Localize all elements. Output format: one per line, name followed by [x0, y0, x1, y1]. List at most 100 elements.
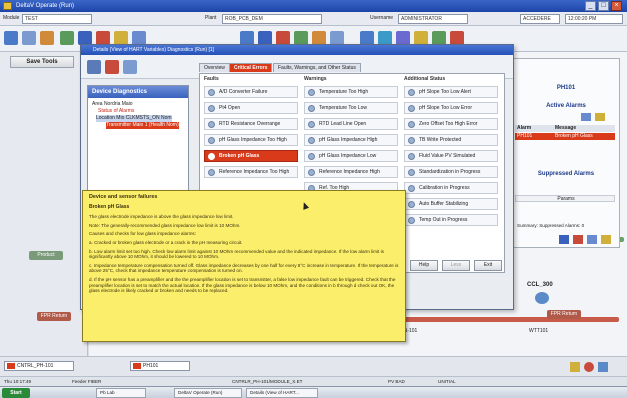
fault-item[interactable]: pH Glass Impedance Too High: [204, 134, 298, 146]
additional-status-item-label: pH Slope Too Low Error: [419, 105, 472, 111]
module-field[interactable]: TEST: [22, 14, 92, 24]
save-tools-button[interactable]: Save Tools: [10, 56, 74, 68]
display-icon[interactable]: [240, 31, 254, 45]
params-row[interactable]: Params: [515, 195, 615, 202]
status-indicator-icon: [308, 89, 315, 96]
additional-status-item[interactable]: Standardization in Progress: [404, 166, 498, 178]
stop-icon[interactable]: [450, 31, 464, 45]
trend-icon[interactable]: [60, 31, 74, 45]
less-button[interactable]: Less: [442, 260, 470, 271]
status-indicator-icon: [308, 121, 315, 128]
graph-icon[interactable]: [360, 31, 374, 45]
filter-icon[interactable]: [559, 235, 569, 244]
clock-field: 12:00:20 PM: [565, 14, 623, 24]
checklist-icon[interactable]: [432, 31, 446, 45]
alarm-row-message: Broken pH Glass: [555, 133, 593, 139]
tree-item[interactable]: Transmitter Maio 1 (Health Nom): [106, 122, 179, 129]
tree-item[interactable]: Location Mio CLKMSTS_ON Nom: [96, 115, 172, 122]
ack-icon[interactable]: [581, 113, 591, 121]
user-icon[interactable]: [396, 31, 410, 45]
fault-item[interactable]: Broken pH Glass: [204, 150, 298, 162]
start-button[interactable]: Start: [2, 388, 30, 398]
status-tag[interactable]: PH101: [130, 361, 190, 371]
tools-icon[interactable]: [123, 60, 137, 74]
home-icon[interactable]: [4, 31, 18, 45]
additional-status-item[interactable]: Zero Offset Too High Error: [404, 118, 498, 130]
fault-item[interactable]: Reference Impedance Too High: [204, 166, 298, 178]
additional-status-item[interactable]: pH Slope Too Low Error: [404, 102, 498, 114]
window-icon[interactable]: [330, 31, 344, 45]
alarm-row[interactable]: PH101 Broken pH Glass: [515, 133, 615, 140]
filter-bar: Module TEST Plant ROB_PCB_DEM Username A…: [0, 12, 627, 26]
warning-item-label: Temperature Too Low: [319, 105, 367, 111]
additional-status-item[interactable]: pH Slope Too Low Alert: [404, 86, 498, 98]
maximize-button[interactable]: □: [598, 1, 609, 11]
tab-overview[interactable]: Overview: [199, 63, 230, 72]
status-indicator-icon: [408, 169, 415, 176]
refresh-icon[interactable]: [87, 60, 101, 74]
save-icon[interactable]: [22, 31, 36, 45]
key-icon[interactable]: [414, 31, 428, 45]
valve-icon[interactable]: [535, 292, 549, 304]
settings-icon[interactable]: [598, 362, 608, 372]
help-button[interactable]: Help: [410, 260, 438, 271]
bell-icon[interactable]: [96, 31, 110, 45]
window-title: DeltaV Operate (Run): [16, 3, 75, 9]
pipe-label-return-right: FPR Return: [547, 310, 581, 319]
silence-icon[interactable]: [595, 113, 605, 121]
additional-status-item-label: Temp Out in Progress: [419, 217, 468, 223]
fault-item-label: Broken pH Glass: [219, 153, 260, 159]
additional-status-item[interactable]: Auto Buffer Stabilizing: [404, 198, 498, 210]
chart-icon[interactable]: [294, 31, 308, 45]
app-icon: [3, 2, 12, 10]
folder-icon[interactable]: [312, 31, 326, 45]
taskbar-item[interactable]: DeltaV Operate (Run): [174, 388, 242, 398]
horn-icon[interactable]: [276, 31, 290, 45]
list-icon[interactable]: [587, 235, 597, 244]
status-indicator-icon: [208, 137, 215, 144]
open-icon[interactable]: [40, 31, 54, 45]
warning-item[interactable]: Reference Impedance High: [304, 166, 398, 178]
alarm-status-icon[interactable]: [584, 362, 594, 372]
warning-item[interactable]: Temperature Too Low: [304, 102, 398, 114]
close-button[interactable]: ×: [611, 1, 622, 11]
warning-item[interactable]: pH Glass Impedance High: [304, 134, 398, 146]
status-module[interactable]: CNTRL_PH-101: [4, 361, 74, 371]
pencil-icon[interactable]: [601, 235, 611, 244]
alert-icon[interactable]: [105, 60, 119, 74]
help-popup: Device and sensor failures Broken pH Gla…: [82, 190, 406, 342]
help-subheading: Broken pH Glass: [89, 203, 130, 210]
taskbar-item[interactable]: Details (View of HART...: [246, 388, 318, 398]
tree-item[interactable]: Status of Alarms: [98, 108, 134, 115]
lock-icon[interactable]: [114, 31, 128, 45]
tree-item[interactable]: Area Nordria Maio: [92, 101, 133, 108]
additional-status-item[interactable]: TB Write Protected: [404, 134, 498, 146]
horn-status-icon[interactable]: [570, 362, 580, 372]
minimize-button[interactable]: _: [585, 1, 596, 11]
plant-field[interactable]: ROB_PCB_DEM: [222, 14, 322, 24]
fault-item[interactable]: A/D Converter Failure: [204, 86, 298, 98]
faceplate-icon[interactable]: [258, 31, 272, 45]
tab-critical-errors[interactable]: Critical Errors: [229, 63, 273, 72]
taskbar-item[interactable]: Pb Lab: [96, 388, 146, 398]
exit-button[interactable]: Exit: [474, 260, 502, 271]
additional-status-item[interactable]: Temp Out in Progress: [404, 214, 498, 226]
flag-icon: [7, 363, 15, 369]
print-icon[interactable]: [132, 31, 146, 45]
additional-status-item[interactable]: Calibration in Progress: [404, 182, 498, 194]
username-field[interactable]: ADMINISTRATOR: [398, 14, 468, 24]
fault-item[interactable]: RTD Resistance Overrange: [204, 118, 298, 130]
additional-status-item[interactable]: Fluid Value PV Simulated: [404, 150, 498, 162]
tab-faults-warnings[interactable]: Faults, Warnings, and Other Status: [273, 63, 361, 72]
warning-item[interactable]: RTD Lead Line Open: [304, 118, 398, 130]
fault-item[interactable]: Pt4 Open: [204, 102, 298, 114]
warning-item[interactable]: Temperature Too High: [304, 86, 398, 98]
help-paragraph: The glass electrode impedance is above t…: [89, 214, 234, 220]
alarm-panel: PH101 Active Alarms Alarm Message PH101 …: [510, 58, 620, 248]
additional-status-item-label: Auto Buffer Stabilizing: [419, 201, 469, 207]
fault-item-label: Reference Impedance Too High: [219, 169, 290, 175]
alarm-list-icon[interactable]: [78, 31, 92, 45]
network-icon[interactable]: [378, 31, 392, 45]
warning-item[interactable]: pH Glass Impedance Low: [304, 150, 398, 162]
horn-small-icon[interactable]: [573, 235, 583, 244]
